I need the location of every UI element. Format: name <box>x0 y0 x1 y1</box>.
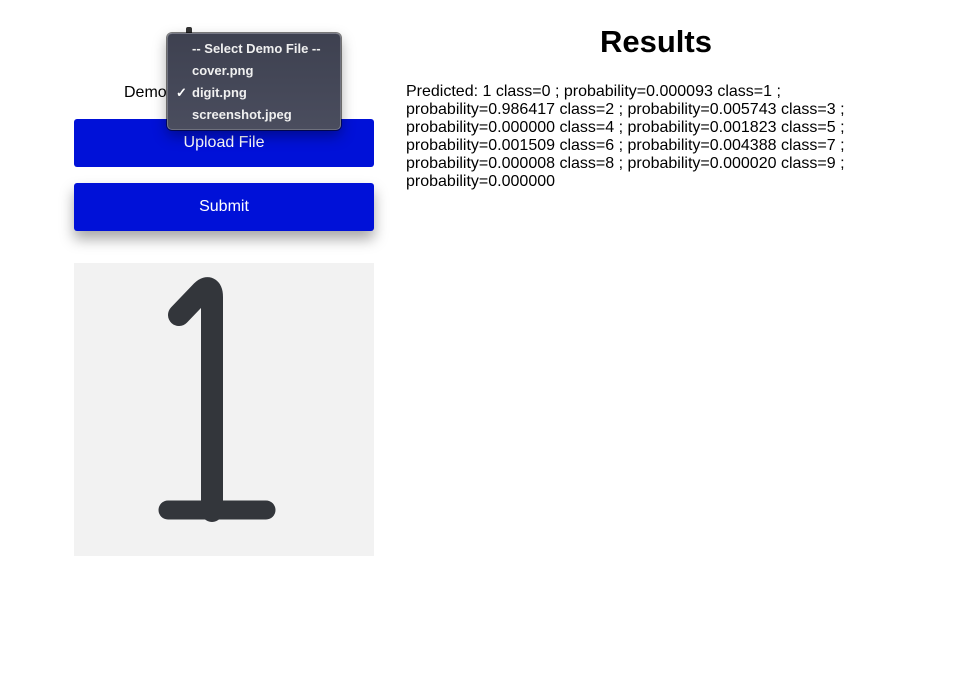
dropdown-option-cover[interactable]: cover.png <box>168 60 340 82</box>
digit-one-image <box>158 277 276 522</box>
dropdown-option-digit[interactable]: ✓ digit.png <box>168 82 340 104</box>
checkmark-icon: ✓ <box>176 85 187 100</box>
results-title: Results <box>600 24 712 59</box>
submit-button[interactable]: Submit <box>74 183 374 231</box>
dropdown-option-placeholder[interactable]: -- Select Demo File -- <box>168 38 340 60</box>
demo-file-dropdown[interactable]: -- Select Demo File -- cover.png ✓ digit… <box>167 33 341 130</box>
digit-preview-image <box>74 263 374 556</box>
results-text: Predicted: 1 class=0 ; probability=0.000… <box>406 83 845 190</box>
demo-label: Demo <box>124 84 167 101</box>
dropdown-option-screenshot[interactable]: screenshot.jpeg <box>168 104 340 126</box>
